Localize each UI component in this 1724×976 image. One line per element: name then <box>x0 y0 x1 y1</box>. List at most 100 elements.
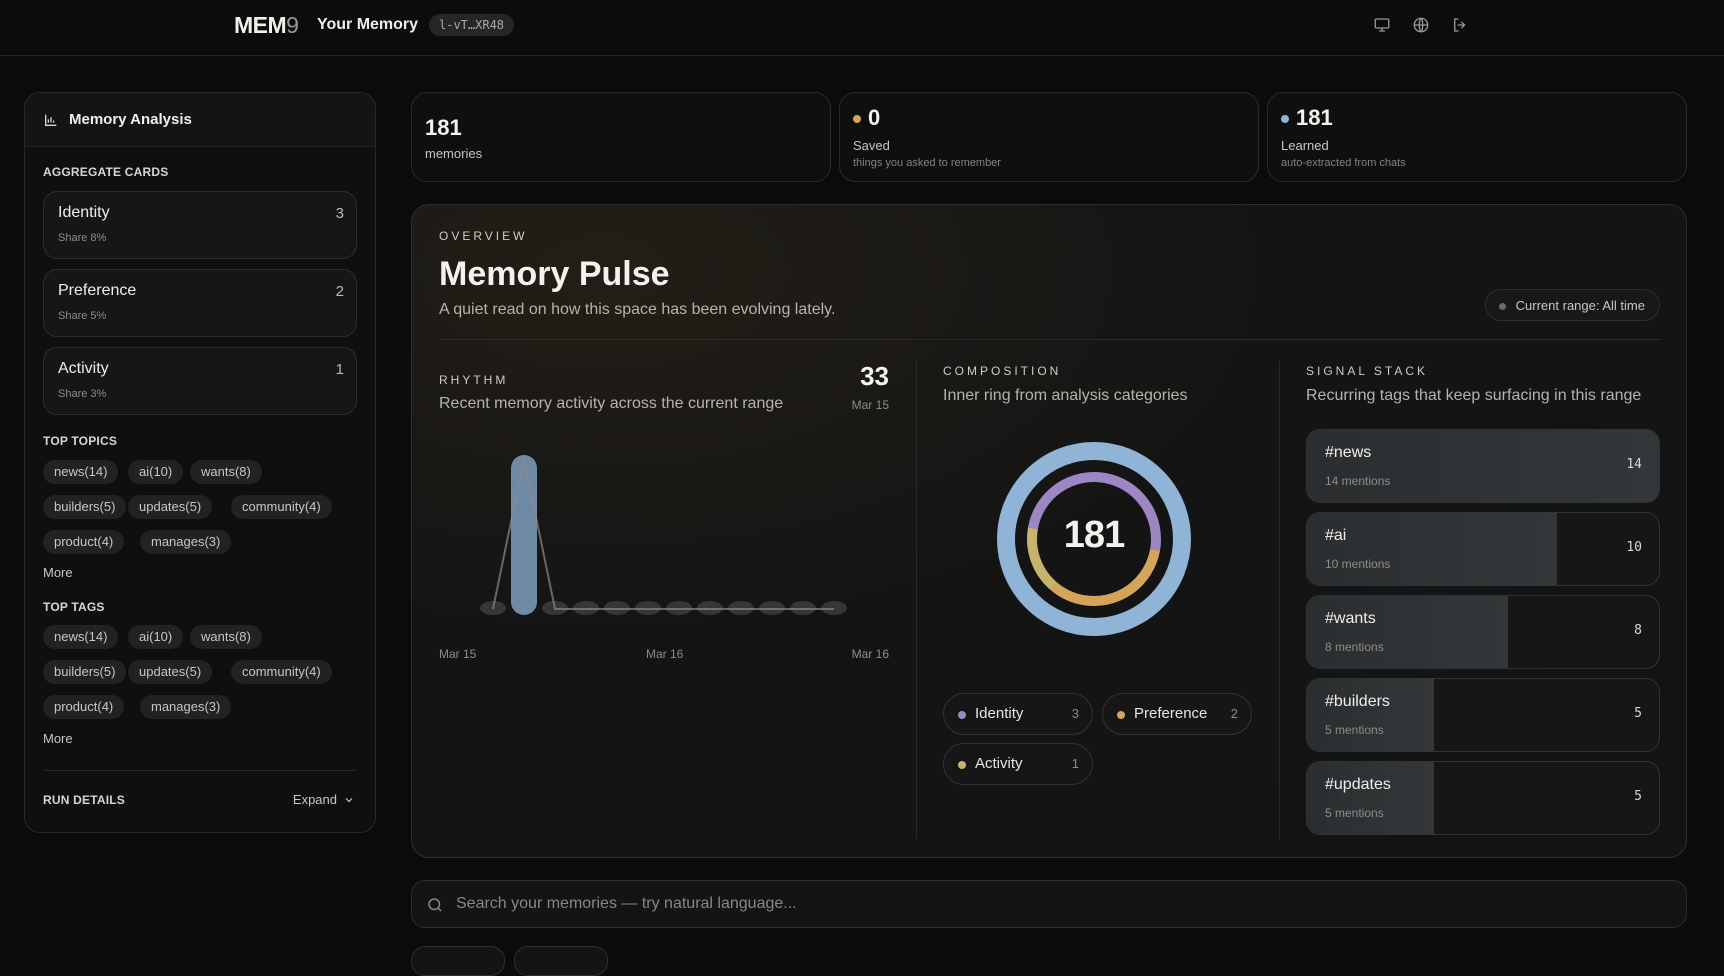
tag-count: 5 <box>1634 789 1642 804</box>
composition-label: COMPOSITION <box>943 364 1062 378</box>
card-name: Identity <box>58 204 110 221</box>
logout-icon[interactable] <box>1449 14 1471 36</box>
stat-label: Learned <box>1281 138 1329 153</box>
expand-label: Expand <box>292 792 337 807</box>
app-logo[interactable]: MEM9 <box>234 12 299 39</box>
top-topics-label: TOP TOPICS <box>43 434 118 448</box>
card-count: 1 <box>335 361 344 378</box>
tag-chip[interactable]: builders(5) <box>43 660 127 684</box>
overview-lead: A quiet read on how this space has been … <box>439 301 836 318</box>
tag-chip[interactable]: updates(5) <box>128 660 213 684</box>
tags-more-link[interactable]: More <box>43 731 73 746</box>
desktop-icon[interactable] <box>1371 14 1393 36</box>
legend-count: 2 <box>1230 706 1238 721</box>
tag-chip[interactable]: news(14) <box>43 625 119 649</box>
legend-count: 1 <box>1071 756 1079 771</box>
legend-name: Activity <box>975 755 1023 772</box>
tag-chip[interactable]: manages(3) <box>140 695 232 719</box>
stat-value: 0 <box>868 105 881 130</box>
topic-chip[interactable]: ai(10) <box>128 460 184 484</box>
stat-sub: auto-extracted from chats <box>1281 157 1406 169</box>
topic-chip[interactable]: wants(8) <box>190 460 262 484</box>
tag-mentions: 10 mentions <box>1325 557 1391 571</box>
topic-chip[interactable]: updates(5) <box>128 495 213 519</box>
learned-dot <box>1281 115 1289 124</box>
topic-chip[interactable]: product(4) <box>43 530 125 554</box>
rhythm-label: RHYTHM <box>439 373 509 387</box>
rhythm-peak-value: 33 <box>860 361 889 391</box>
topic-chip[interactable]: community(4) <box>231 495 332 519</box>
aggregate-cards-label: AGGREGATE CARDS <box>43 165 169 179</box>
card-share: Share 8% <box>58 232 107 244</box>
tag-chip[interactable]: ai(10) <box>128 625 184 649</box>
topic-chip[interactable]: builders(5) <box>43 495 127 519</box>
saved-dot <box>853 115 861 124</box>
tag-name: #news <box>1325 444 1372 461</box>
signal-stack-label: SIGNAL STACK <box>1306 364 1429 378</box>
tag-chip[interactable]: wants(8) <box>190 625 262 649</box>
stat-sub: things you asked to remember <box>853 157 1001 169</box>
rhythm-x-label: Mar 16 <box>851 647 889 661</box>
tag-count: 8 <box>1634 623 1642 638</box>
card-share: Share 5% <box>58 310 107 322</box>
tag-chip[interactable]: product(4) <box>43 695 125 719</box>
signal-tag-builders[interactable]: #builders 5 mentions 5 <box>1306 678 1660 752</box>
logo-text: MEM <box>234 12 287 38</box>
sidebar-header: Memory Analysis <box>25 93 375 147</box>
legend-count: 3 <box>1071 706 1079 721</box>
aggregate-card-preference[interactable]: Preference 2 Share 5% <box>43 269 357 337</box>
signal-tag-ai[interactable]: #ai 10 mentions 10 <box>1306 512 1660 586</box>
aggregate-card-activity[interactable]: Activity 1 Share 3% <box>43 347 357 415</box>
card-share: Share 3% <box>58 388 107 400</box>
composition-total: 181 <box>1063 514 1125 556</box>
tag-share-bar <box>1307 596 1508 668</box>
tag-name: #ai <box>1325 527 1347 544</box>
legend-activity[interactable]: Activity 1 <box>943 743 1093 785</box>
topic-chip[interactable]: news(14) <box>43 460 119 484</box>
tag-mentions: 5 mentions <box>1325 806 1384 820</box>
stat-value: 181 <box>425 115 462 140</box>
overview-title: Memory Pulse <box>439 255 670 293</box>
filter-pill[interactable] <box>514 946 608 976</box>
overview-divider <box>439 339 1661 340</box>
topic-chip[interactable]: manages(3) <box>140 530 232 554</box>
chevron-down-icon <box>345 797 353 802</box>
bar-chart-icon <box>45 114 57 126</box>
tag-share-bar <box>1307 762 1434 834</box>
signal-stack-caption: Recurring tags that keep surfacing in th… <box>1306 387 1642 404</box>
rhythm-chart <box>480 455 847 615</box>
api-key-chip[interactable]: l-vT…XR48 <box>429 14 515 36</box>
rhythm-x-label: Mar 16 <box>646 647 684 661</box>
run-details-expand-button[interactable]: Expand <box>293 792 355 807</box>
legend-identity[interactable]: Identity 3 <box>943 693 1093 735</box>
stat-label: memories <box>425 146 483 161</box>
tag-share-bar <box>1307 513 1557 585</box>
signal-tag-news[interactable]: #news 14 mentions 14 <box>1306 429 1660 503</box>
card-count: 2 <box>335 283 344 300</box>
tag-count: 10 <box>1626 540 1642 555</box>
column-divider <box>916 361 917 839</box>
range-chip[interactable]: Current range: All time <box>1484 289 1660 321</box>
rhythm-bar <box>511 455 537 615</box>
legend-name: Preference <box>1134 705 1208 722</box>
globe-icon[interactable] <box>1410 14 1432 36</box>
tag-mentions: 5 mentions <box>1325 723 1384 737</box>
signal-tag-wants[interactable]: #wants 8 mentions 8 <box>1306 595 1660 669</box>
rhythm-trend-line <box>492 458 834 610</box>
filter-pill[interactable] <box>411 946 505 976</box>
topics-more-link[interactable]: More <box>43 565 73 580</box>
top-tags-label: TOP TAGS <box>43 600 105 614</box>
tag-share-bar <box>1307 430 1659 502</box>
legend-preference[interactable]: Preference 2 <box>1102 693 1252 735</box>
tag-chip[interactable]: community(4) <box>231 660 332 684</box>
search-input[interactable] <box>456 881 1656 927</box>
page-title: Your Memory <box>317 16 419 33</box>
aggregate-card-identity[interactable]: Identity 3 Share 8% <box>43 191 357 259</box>
legend-dot <box>958 711 966 719</box>
legend-name: Identity <box>975 705 1024 722</box>
tag-count: 5 <box>1634 706 1642 721</box>
signal-tag-updates[interactable]: #updates 5 mentions 5 <box>1306 761 1660 835</box>
search-icon <box>428 898 442 912</box>
top-bar: MEM9 Your Memory l-vT…XR48 <box>0 0 1724 56</box>
card-count: 3 <box>335 205 344 222</box>
